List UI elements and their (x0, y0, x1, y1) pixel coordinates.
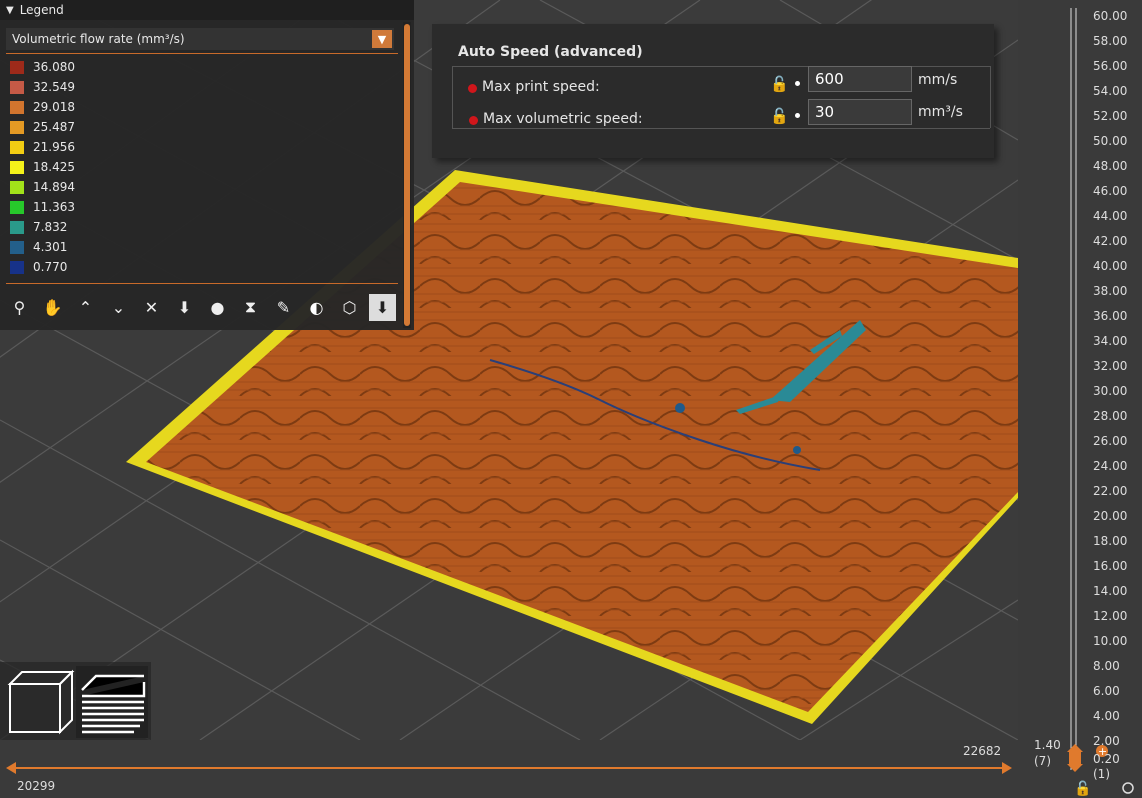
settings-cog-icon[interactable] (1122, 782, 1134, 794)
unlock-icon[interactable]: 🔓 (770, 75, 789, 93)
legend-item: 36.080 (10, 57, 75, 77)
lower-value: 1.40 (1034, 738, 1061, 752)
slider-lock-icon[interactable]: 🔓 (1074, 780, 1091, 797)
legend-color-swatch (10, 160, 24, 174)
bullet-icon (795, 113, 800, 118)
dropdown-arrow-icon[interactable]: ▼ (372, 30, 392, 48)
legend-item-value: 18.425 (33, 160, 75, 174)
legend-divider (6, 283, 398, 284)
slider-left-handle-icon[interactable] (6, 762, 16, 774)
legend-item: 21.956 (10, 137, 75, 157)
legend-header[interactable]: ▼ Legend (0, 0, 414, 20)
legend-scrollbar-thumb[interactable] (404, 24, 410, 326)
layer-slider[interactable]: + 🔓 (1018, 0, 1142, 798)
legend-item-value: 4.301 (33, 240, 68, 254)
legend-item-value: 11.363 (33, 200, 75, 214)
lower-thumb-icon[interactable] (1067, 758, 1083, 772)
legend-color-swatch (10, 240, 24, 254)
center-of-gravity-icon[interactable]: ◐ (303, 294, 330, 321)
required-dot-icon (469, 116, 478, 125)
legend-item: 11.363 (10, 197, 75, 217)
legend-color-swatch (10, 200, 24, 214)
legend-item: 14.894 (10, 177, 75, 197)
legend-toolbar: ⚲ ✋ ⌃ ⌄ ✕ ⬇ ● ⧗ ✎ ◐ ⬡ ⬇ (6, 292, 396, 322)
legend-item-value: 7.832 (33, 220, 68, 234)
legend-color-swatch (10, 80, 24, 94)
legend-item: 0.770 (10, 257, 67, 277)
3d-view-icon[interactable] (7, 669, 75, 735)
max-volumetric-speed-label: Max volumetric speed: (483, 111, 643, 127)
panel-divider (990, 66, 991, 128)
legend-item-value: 14.894 (33, 180, 75, 194)
legend-color-swatch (10, 260, 24, 274)
legend-color-swatch (10, 180, 24, 194)
color-change-icon[interactable]: ● (204, 294, 231, 321)
auto-speed-panel: Auto Speed (advanced) Max print speed: 🔓… (432, 24, 994, 158)
legend-color-swatch (10, 140, 24, 154)
panel-divider (452, 66, 453, 128)
legend-color-swatch (10, 220, 24, 234)
tool-marker-icon[interactable]: ⬇ (369, 293, 396, 321)
move-slider[interactable] (0, 758, 1018, 780)
panel-divider (452, 128, 990, 129)
legend-item: 29.018 (10, 97, 75, 117)
required-dot-icon (468, 84, 477, 93)
collapse-triangle-icon[interactable]: ▼ (6, 5, 14, 16)
pause-icon[interactable]: ⧗ (237, 294, 264, 321)
retract-icon[interactable]: ⌃ (72, 294, 99, 321)
legend-item-value: 29.018 (33, 100, 75, 114)
legend-item-value: 0.770 (33, 260, 68, 274)
legend-item: 7.832 (10, 217, 67, 237)
wipe-icon[interactable]: ✋ (39, 294, 66, 321)
custom-gcode-icon[interactable]: ✎ (270, 294, 297, 321)
tool-change-icon[interactable]: ⬇ (171, 294, 198, 321)
max-volumetric-speed-input[interactable]: 30 (808, 99, 912, 125)
view-toggle-group (0, 662, 151, 740)
legend-divider (6, 53, 398, 54)
max-volumetric-speed-unit: mm³/s (918, 104, 963, 120)
legend-item: 4.301 (10, 237, 67, 257)
slider-right-handle-icon[interactable] (1002, 762, 1012, 774)
legend-item: 18.425 (10, 157, 75, 177)
legend-color-swatch (10, 60, 24, 74)
legend-title: Legend (19, 3, 64, 17)
legend-item: 25.487 (10, 117, 75, 137)
bullet-icon (795, 81, 800, 86)
unlock-icon[interactable]: 🔓 (770, 107, 789, 125)
slider-left-value: 20299 (17, 779, 56, 793)
view-type-value: Volumetric flow rate (mm³/s) (12, 32, 185, 46)
legend-item-value: 36.080 (33, 60, 75, 74)
legend-color-swatch (10, 120, 24, 134)
auto-speed-title: Auto Speed (advanced) (458, 44, 643, 60)
slider-right-value: 22682 (963, 744, 1002, 758)
deretract-icon[interactable]: ⌄ (105, 294, 132, 321)
shells-icon[interactable]: ⬡ (336, 294, 363, 321)
upper-value: 0.20 (1093, 752, 1120, 766)
legend-item-value: 21.956 (33, 140, 75, 154)
legend-item: 32.549 (10, 77, 75, 97)
travel-icon[interactable]: ⚲ (6, 294, 33, 321)
max-print-speed-label: Max print speed: (482, 79, 600, 95)
view-type-dropdown[interactable]: Volumetric flow rate (mm³/s) ▼ (6, 28, 394, 50)
legend-color-swatch (10, 100, 24, 114)
lower-layer: (7) (1034, 754, 1051, 768)
max-print-speed-input[interactable]: 600 (808, 66, 912, 92)
upper-layer: (1) (1093, 767, 1110, 781)
legend-item-value: 25.487 (33, 120, 75, 134)
max-print-speed-unit: mm/s (918, 72, 958, 88)
seam-icon[interactable]: ✕ (138, 294, 165, 321)
move-slider-panel: 22682 20299 (0, 740, 1018, 798)
legend-item-value: 32.549 (33, 80, 75, 94)
legend-panel: ▼ Legend Volumetric flow rate (mm³/s) ▼ … (0, 0, 414, 330)
